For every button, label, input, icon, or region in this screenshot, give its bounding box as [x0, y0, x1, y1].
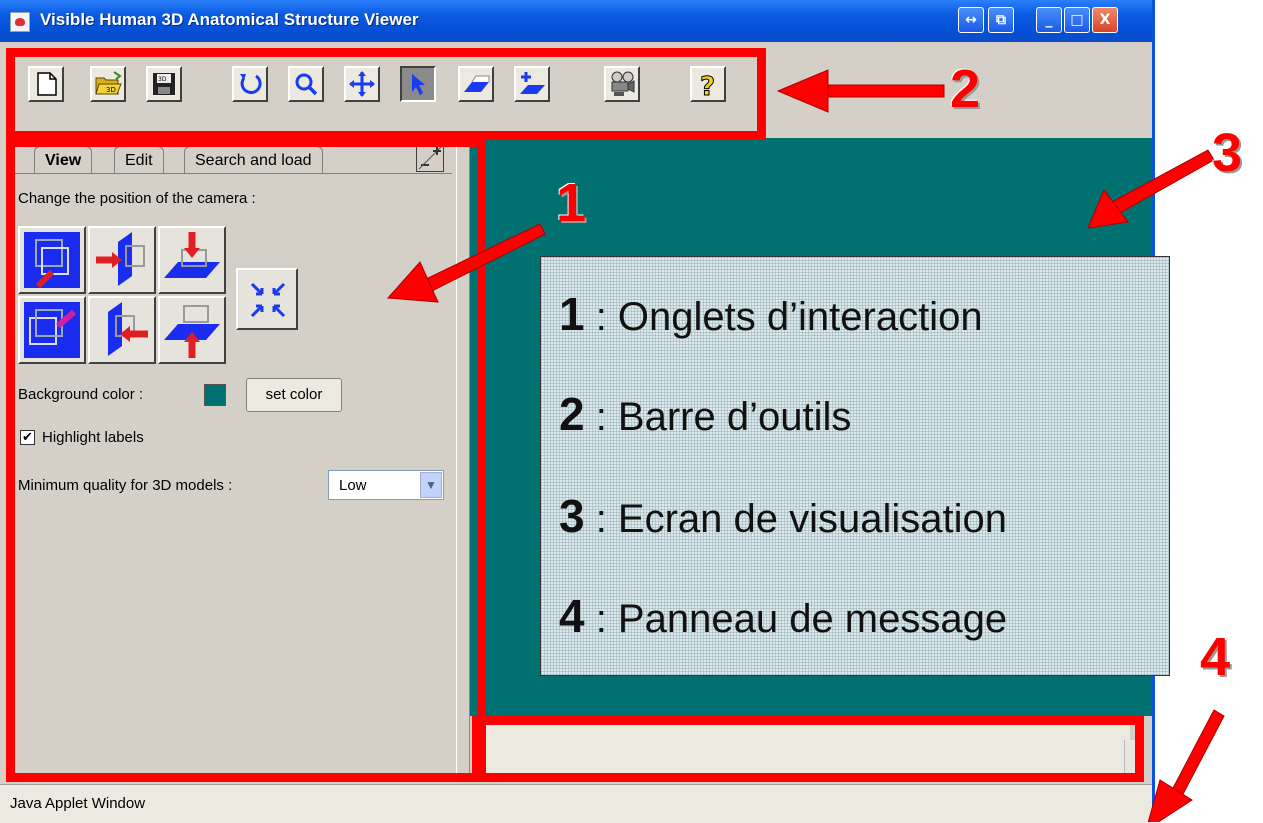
- legend-number: 3: [559, 490, 585, 542]
- legend-number: 4: [559, 590, 585, 642]
- callout-number-2: 2: [950, 59, 981, 119]
- arrow-to-tabs: [386, 223, 546, 303]
- legend-box: 1 : Onglets d’interaction 2 : Barre d’ou…: [540, 256, 1170, 676]
- legend-text: : Onglets d’interaction: [584, 295, 983, 339]
- callout-number-1: 1: [556, 173, 587, 233]
- legend-item: 1 : Onglets d’interaction: [559, 287, 983, 341]
- legend-text: : Ecran de visualisation: [584, 497, 1008, 541]
- legend-text: : Barre d’outils: [584, 395, 852, 439]
- callout-number-3: 3: [1212, 123, 1243, 183]
- legend-number: 1: [559, 288, 585, 340]
- legend-number: 2: [559, 388, 585, 440]
- callout-number-4: 4: [1200, 627, 1231, 687]
- legend-item: 2 : Barre d’outils: [559, 387, 851, 441]
- legend-text: : Panneau de message: [584, 597, 1008, 641]
- arrow-to-message: [1147, 709, 1225, 822]
- legend-item: 4 : Panneau de message: [559, 589, 1007, 643]
- legend-item: 3 : Ecran de visualisation: [559, 489, 1007, 543]
- arrow-to-toolbar: [776, 69, 945, 113]
- arrow-to-viewport: [1087, 149, 1215, 229]
